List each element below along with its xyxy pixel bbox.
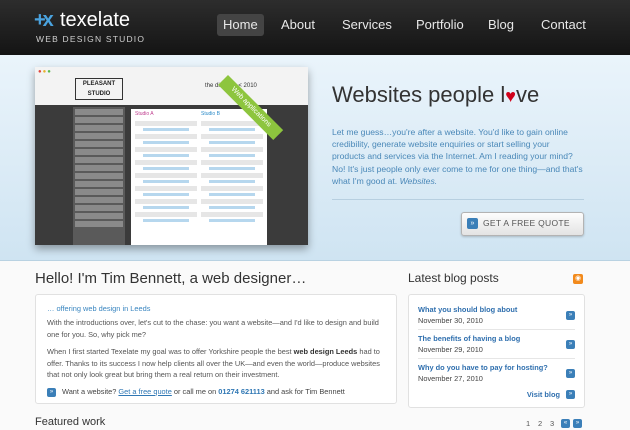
screenshot-sidebar — [73, 107, 125, 245]
hero-title: Websites people l♥ve — [332, 82, 539, 108]
blog-post-date: November 29, 2010 — [418, 345, 483, 354]
want-text-2: or call me on — [171, 387, 219, 396]
blog-heading: Latest blog posts — [408, 271, 499, 285]
blog-post-date: November 30, 2010 — [418, 316, 483, 325]
intro-subtitle[interactable]: … offering web design in Leeds — [47, 304, 150, 313]
hero-title-end: ve — [515, 82, 540, 107]
want-text-3: and ask for Tim Bennett — [264, 387, 345, 396]
hero-title-start: Websites people l — [332, 82, 506, 107]
screenshot-calendar: Studio A Studio B — [131, 109, 267, 245]
screenshot-column-b: Studio B — [201, 111, 263, 225]
logo-mark-icon: +x — [34, 9, 54, 31]
nav-contact[interactable]: Contact — [541, 14, 586, 36]
page-3-link[interactable]: 3 — [550, 419, 554, 428]
free-quote-label: GET A FREE QUOTE — [483, 218, 570, 228]
free-quote-link[interactable]: Get a free quote — [118, 387, 171, 396]
blog-list: What you should blog about November 30, … — [408, 294, 585, 408]
arrow-right-icon: » — [467, 218, 478, 229]
arrow-right-icon[interactable]: » — [566, 340, 575, 349]
blog-post[interactable]: The benefits of having a blog November 2… — [418, 332, 575, 359]
nav-portfolio[interactable]: Portfolio — [416, 14, 464, 36]
intro-heading: Hello! I'm Tim Bennett, a web designer… — [35, 270, 307, 287]
nav-home[interactable]: Home — [217, 14, 264, 36]
page-1-link[interactable]: 1 — [526, 419, 530, 428]
window-dots-icon: ●●● — [38, 69, 52, 75]
logo-tagline: WEB DESIGN STUDIO — [36, 34, 146, 44]
heart-icon: ♥ — [505, 86, 516, 106]
blog-post-date: November 27, 2010 — [418, 374, 483, 383]
hero-text-emphasis: Websites. — [399, 175, 438, 186]
nav-about[interactable]: About — [281, 14, 315, 36]
nav-services[interactable]: Services — [342, 14, 392, 36]
arrow-right-icon[interactable]: » — [566, 311, 575, 320]
screenshot-logo: PLEASANT STUDIO — [75, 78, 123, 100]
hero-text: Let me guess…you're after a website. You… — [332, 126, 584, 187]
logo-name: texelate — [60, 9, 131, 31]
arrow-right-icon: » — [47, 387, 56, 397]
intro-paragraph-2: When I first started Texelate my goal wa… — [47, 346, 385, 381]
portfolio-screenshot[interactable]: ●●● PLEASANT STUDIO the diary for < 2010… — [35, 67, 308, 245]
visit-blog-label[interactable]: Visit blog — [527, 390, 560, 399]
page-2-link[interactable]: 2 — [538, 419, 542, 428]
site-header: +x texelate WEB DESIGN STUDIO Home About… — [0, 0, 630, 55]
visit-blog-link[interactable]: Visit blog » — [418, 390, 575, 402]
blog-post-title[interactable]: The benefits of having a blog — [418, 334, 520, 343]
free-quote-button[interactable]: » GET A FREE QUOTE — [461, 212, 584, 236]
hero-divider — [332, 199, 584, 200]
blog-post-title[interactable]: Why do you have to pay for hosting? — [418, 363, 548, 372]
nav-blog[interactable]: Blog — [488, 14, 514, 36]
arrow-right-icon[interactable]: » — [573, 419, 582, 428]
contact-line: » Want a website? Get a free quote or cal… — [47, 387, 345, 397]
blog-post[interactable]: What you should blog about November 30, … — [418, 303, 575, 330]
screenshot-column-a: Studio A — [135, 111, 197, 225]
phone-number: 01274 621113 — [218, 387, 265, 396]
arrow-right-icon[interactable]: » — [566, 390, 575, 399]
screenshot-header: ●●● PLEASANT STUDIO the diary for < 2010 — [35, 67, 308, 105]
column-a-label: Studio A — [135, 111, 154, 117]
hero-text-body: Let me guess…you're after a website. You… — [332, 127, 583, 186]
intro-box: … offering web design in Leeds With the … — [35, 294, 397, 404]
arrow-left-icon[interactable]: « — [561, 419, 570, 428]
intro-p2-keyword: web design Leeds — [293, 347, 358, 356]
blog-post[interactable]: Why do you have to pay for hosting? Nove… — [418, 361, 575, 387]
intro-paragraph-1: With the introductions over, let's cut t… — [47, 318, 379, 339]
featured-heading: Featured work — [35, 416, 106, 428]
blog-post-title[interactable]: What you should blog about — [418, 305, 517, 314]
intro-p2-start: When I first started Texelate my goal wa… — [47, 347, 294, 356]
rss-icon[interactable]: ◉ — [573, 274, 583, 284]
arrow-right-icon[interactable]: » — [566, 369, 575, 378]
want-text-1: Want a website? — [62, 387, 119, 396]
